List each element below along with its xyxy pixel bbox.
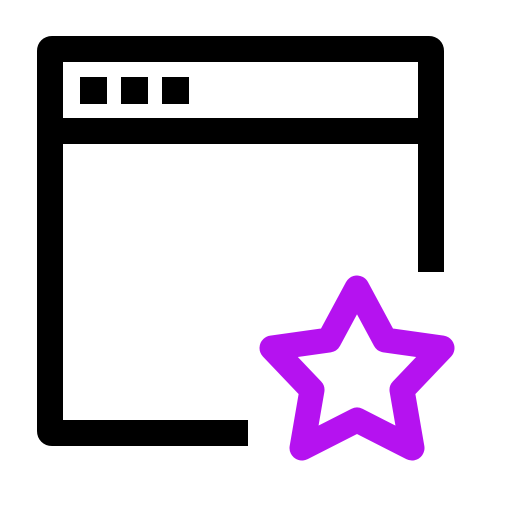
star-outline: [259, 275, 455, 461]
favorite-window-icon: [0, 0, 512, 512]
star-icon: [259, 275, 455, 461]
window-frame: [37, 36, 444, 446]
window-dot-3: [162, 77, 189, 104]
browser-window-icon: [37, 36, 444, 446]
window-dot-2: [121, 77, 148, 104]
favorite-window-svg: [37, 36, 455, 461]
window-dot-1: [80, 77, 107, 104]
